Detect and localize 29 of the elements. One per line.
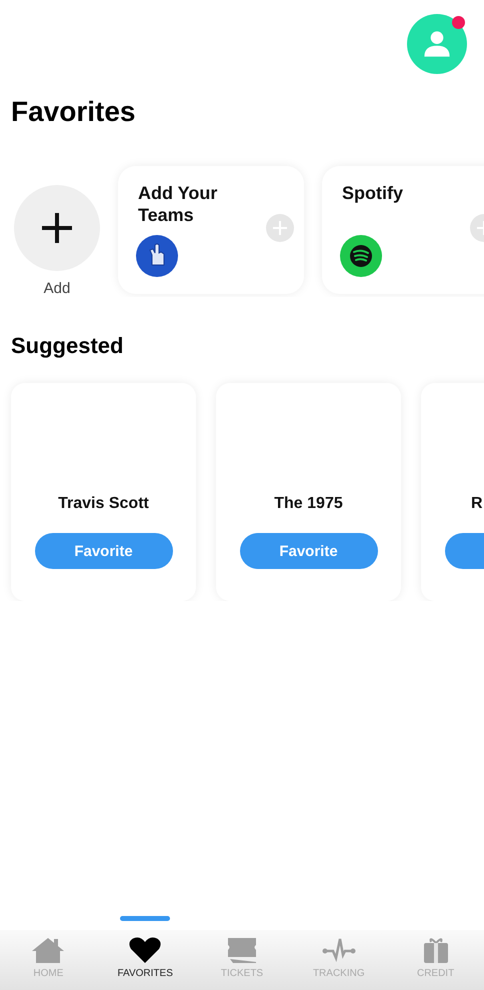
favorite-card[interactable]: Spotify [322,166,484,294]
favorite-card[interactable]: Add Your Teams [118,166,304,294]
tab[interactable]: CREDIT [387,930,484,990]
tab-label: CREDIT [416,968,454,979]
artist-name: The 1975 [274,495,343,513]
artist-name: R [471,495,483,513]
tab[interactable]: FAVORITES [96,930,194,990]
card-title: Spotify [342,182,404,204]
tab[interactable]: TICKETS [194,930,290,990]
plus-icon [40,211,74,245]
home-icon [31,936,66,964]
foam-finger-icon [136,235,178,277]
tab[interactable]: TRACKING [290,930,388,990]
tab-label: HOME [33,968,64,979]
tab-label: TICKETS [220,968,264,979]
heart-icon [128,936,162,964]
tab-label: FAVORITES [118,968,173,979]
pulse-icon [322,936,356,964]
add-label: Add [44,280,70,297]
active-indicator [120,916,170,921]
favorite-button[interactable]: Favorite [240,533,378,569]
section-title: Favorites [11,96,136,128]
section-title: Suggested [11,333,124,359]
card-title: Add Your Teams [138,182,218,226]
tab-label: TRACKING [312,968,365,979]
favorite-button[interactable]: Favorite [34,533,172,569]
spotify-icon [340,235,382,277]
tab[interactable]: HOME [0,930,97,990]
artist-name: Travis Scott [58,495,149,513]
